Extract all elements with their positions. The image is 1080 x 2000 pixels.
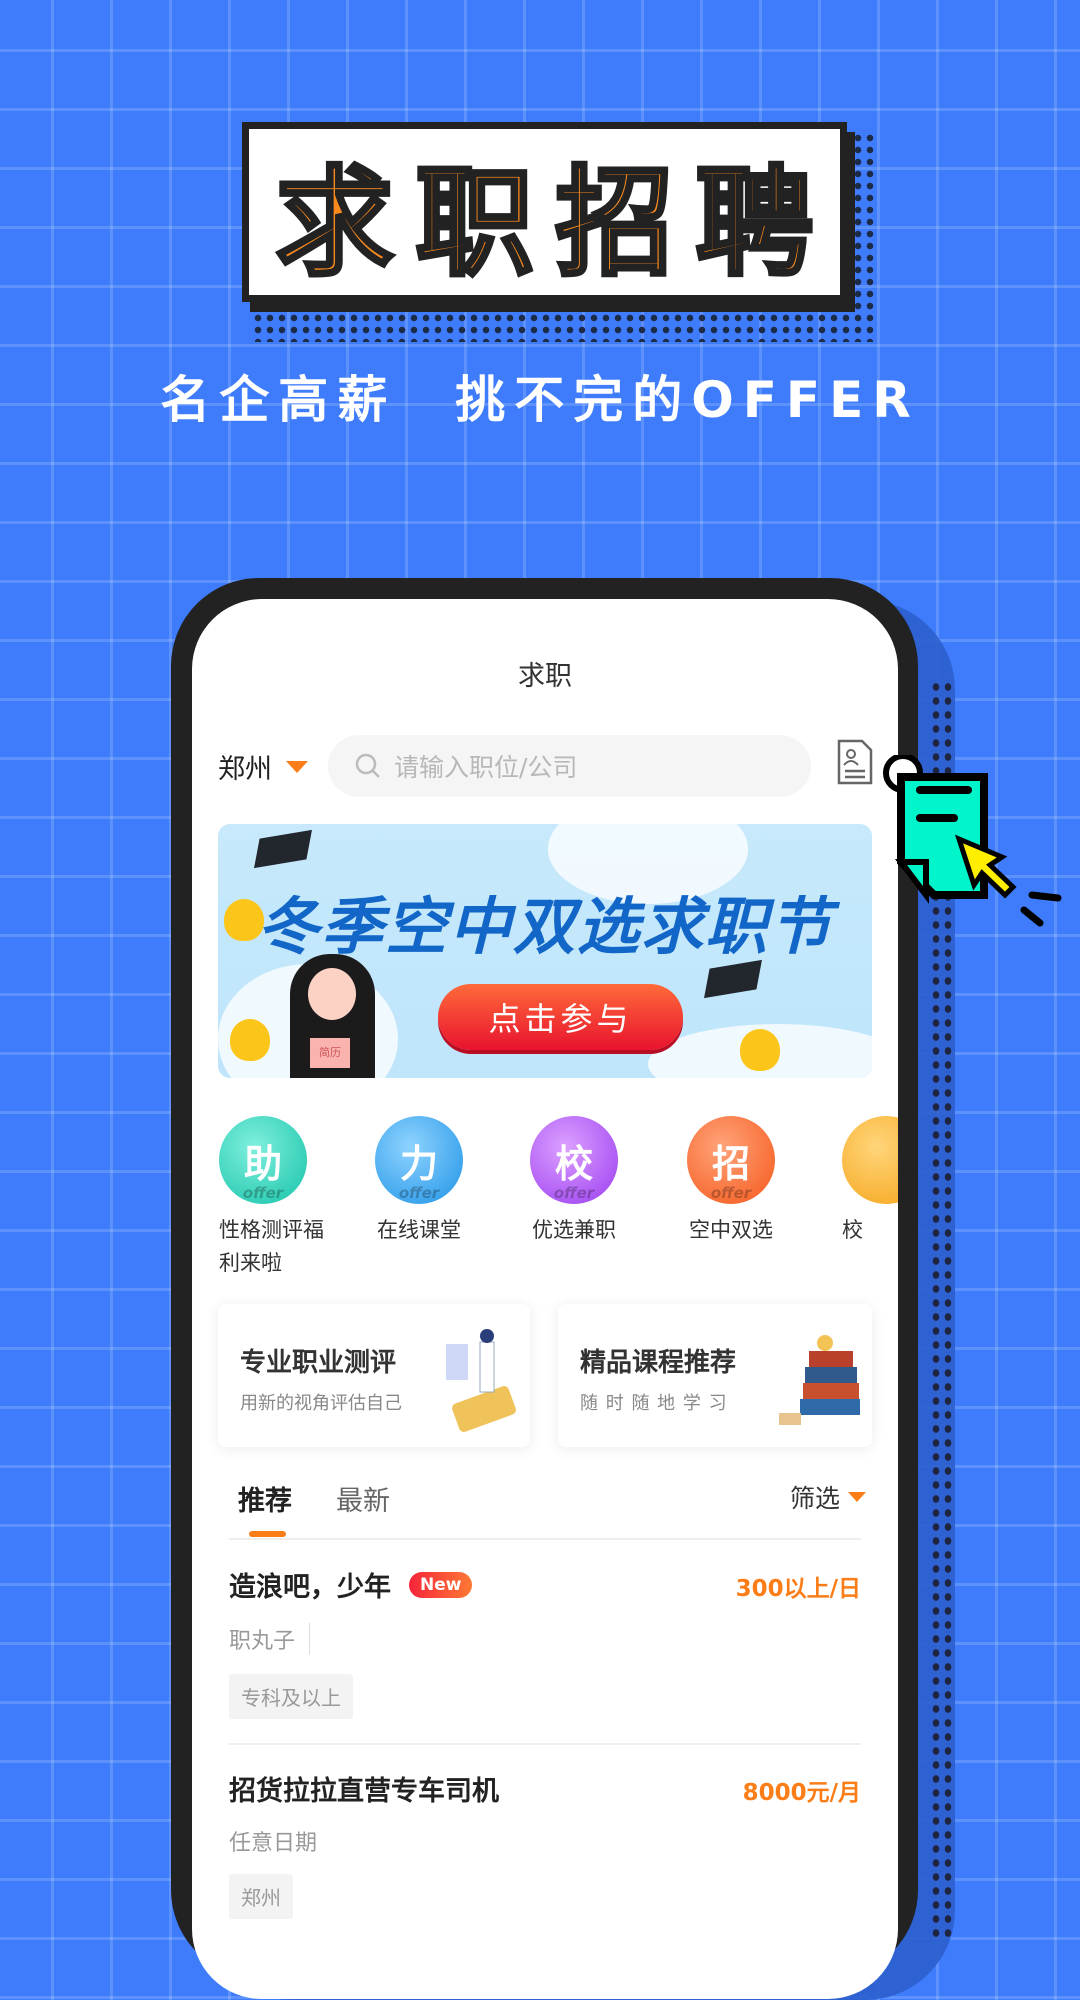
card-course-recommend[interactable]: 精品课程推荐 随 时 随 地 学 习 <box>558 1304 872 1447</box>
quick-item-online-class[interactable]: 力 offer 在线课堂 <box>349 1116 489 1247</box>
resume-icon[interactable] <box>837 739 873 785</box>
quick-item-air-selection[interactable]: 招 offer 空中双选 <box>661 1116 801 1247</box>
job-tag: 郑州 <box>229 1874 293 1919</box>
filter-button[interactable]: 筛选 <box>790 1479 867 1515</box>
job-date: 任意日期 <box>229 1831 318 1856</box>
flower-icon <box>230 1019 270 1061</box>
promo-subtitle: 名企高薪 挑不完的OFFER <box>160 371 920 429</box>
job-company: 职丸子 <box>229 1623 311 1655</box>
active-tab-indicator <box>249 1531 286 1537</box>
quick-item-part-time[interactable]: 校 offer 优选兼职 <box>504 1116 644 1247</box>
quick-item-icon <box>842 1116 898 1204</box>
quick-item-icon: 招 offer <box>687 1116 775 1204</box>
chevron-down-icon <box>286 760 308 773</box>
career-test-illustration <box>446 1329 516 1432</box>
quick-item-personality-test[interactable]: 助 offer 性格测评福利来啦 <box>193 1116 333 1280</box>
quick-item-icon: 力 offer <box>375 1116 463 1204</box>
card-career-test[interactable]: 专业职业测评 用新的视角评估自己 <box>218 1304 530 1447</box>
event-banner[interactable]: 简历 冬季空中双选求职节 点击参与 <box>218 824 872 1078</box>
phone-screen: 求职 郑州 请输入职位/公司 简历 冬季空中双选求职节 点击参与 助 offer … <box>192 599 898 1999</box>
city-selector[interactable]: 郑州 <box>218 747 308 786</box>
quick-item-icon: 校 offer <box>530 1116 618 1204</box>
search-placeholder: 请输入职位/公司 <box>394 753 578 782</box>
divider <box>229 1743 861 1745</box>
job-title: 造浪吧，少年 <box>229 1572 391 1603</box>
search-input[interactable]: 请输入职位/公司 <box>328 735 811 797</box>
job-salary: 8000元/月 <box>742 1780 861 1806</box>
quick-item-partial[interactable]: 校 <box>842 1116 898 1256</box>
search-icon <box>355 753 380 778</box>
books-illustration <box>779 1335 860 1425</box>
tab-latest[interactable]: 最新 <box>336 1479 390 1518</box>
job-tag: 专科及以上 <box>229 1674 353 1719</box>
graduate-illustration: 简历 <box>290 954 375 1078</box>
banner-title: 冬季空中双选求职节 <box>256 890 833 963</box>
city-label: 郑州 <box>218 754 272 785</box>
resume-click-sticker-icon <box>883 755 1062 927</box>
tab-recommend[interactable]: 推荐 <box>238 1479 292 1518</box>
job-list-item[interactable]: 造浪吧，少年 New 300以上/日 职丸子 专科及以上 <box>192 1559 898 1739</box>
new-badge: New <box>409 1571 473 1598</box>
grad-cap-icon <box>254 829 312 869</box>
promo-title: 求职招聘 <box>273 152 836 294</box>
flower-icon <box>740 1029 780 1071</box>
join-button[interactable]: 点击参与 <box>438 984 683 1050</box>
divider <box>229 1538 861 1540</box>
chevron-down-icon <box>848 1492 867 1502</box>
nav-title: 求职 <box>518 661 572 692</box>
quick-item-icon: 助 offer <box>219 1116 307 1204</box>
job-salary: 300以上/日 <box>735 1576 861 1602</box>
job-list-item[interactable]: 招货拉拉直营专车司机 8000元/月 任意日期 郑州 <box>192 1767 898 1947</box>
job-title: 招货拉拉直营专车司机 <box>229 1776 499 1807</box>
promo-title-box: 求职招聘 <box>242 122 847 302</box>
